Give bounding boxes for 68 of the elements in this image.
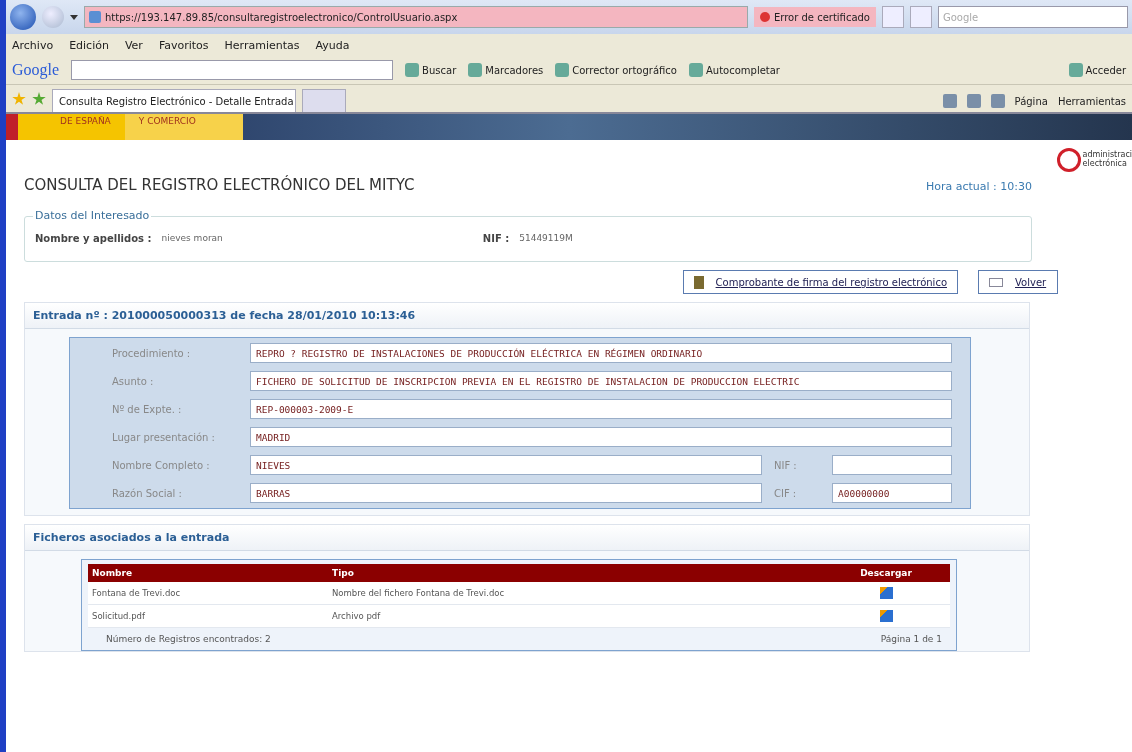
record-count: Número de Registros encontrados: 2	[106, 634, 271, 644]
toolbar-search-field[interactable]	[71, 60, 394, 80]
field-label: NIF :	[482, 232, 510, 244]
table-cell-text: Archivo pdf	[332, 611, 382, 621]
field-label: NIF :	[773, 459, 798, 471]
toolbar-button[interactable]: Buscar	[405, 63, 457, 77]
logo-text: administraci electrónica	[1082, 151, 1132, 169]
toolbar-logo: Google	[12, 61, 60, 79]
add-favorite-icon[interactable]	[32, 92, 46, 106]
column-header: Tipo	[332, 568, 355, 578]
certificate-error-button[interactable]: Error de certificado	[753, 7, 876, 27]
document-icon	[693, 275, 704, 289]
banner-text: DE ESPAÑA	[46, 114, 125, 140]
download-icon[interactable]	[879, 587, 893, 599]
section-title: Entrada nº : 201000050000313 de fecha 28/01/2010 10:13:46	[25, 303, 1029, 329]
back-button[interactable]	[10, 4, 36, 30]
field-label: Nº de Expte. :	[112, 403, 183, 415]
error-icon	[759, 12, 770, 22]
menu-item[interactable]: Ayuda	[315, 38, 350, 52]
text-field[interactable]: MADRID	[250, 427, 952, 447]
current-time: Hora actual : 10:30	[925, 180, 1032, 193]
field-label: Razón Social :	[112, 487, 183, 499]
column-header: Descargar	[860, 568, 912, 578]
back-button[interactable]: Volver	[978, 270, 1058, 294]
field-label: Lugar presentación :	[112, 431, 216, 443]
text-field[interactable]: BARRAS	[250, 483, 762, 503]
address-bar[interactable]: https://193.147.89.85/consultaregistroelectronico/ControlUsuario.aspx	[84, 6, 748, 28]
page-indicator: Página 1 de 1	[880, 634, 942, 644]
text-field[interactable]: REPRO ? REGISTRO DE INSTALACIONES DE PRODUCCIÓN ELÉCTRICA EN RÉGIMEN ORDINARIO	[250, 343, 952, 363]
menu-item[interactable]: Favoritos	[158, 38, 209, 52]
toolbar-button[interactable]: Acceder	[1068, 63, 1126, 77]
toolbar-button[interactable]: Corrector ortográfico	[555, 63, 677, 77]
field-label: Nombre Completo :	[112, 459, 211, 471]
panel-legend: Datos del Interesado	[33, 209, 152, 222]
new-tab-button[interactable]	[302, 89, 346, 112]
text-field[interactable]: A00000000	[832, 483, 952, 503]
table-cell-text: Solicitud.pdf	[92, 611, 146, 621]
menu-item[interactable]: Herramientas	[224, 38, 300, 52]
field-label: CIF :	[773, 487, 798, 499]
toolbar-button[interactable]: Autocompletar	[688, 63, 780, 77]
download-icon[interactable]	[879, 610, 893, 622]
browser-tab[interactable]: Consulta Registro Electrónico - Detalle Entrada	[52, 89, 296, 112]
field-label: Procedimiento :	[112, 347, 192, 359]
text-field[interactable]: NIEVES	[250, 455, 762, 475]
field-value: nieves moran	[161, 233, 223, 243]
forward-button[interactable]	[42, 6, 64, 28]
flag-emblem	[6, 114, 46, 140]
field-label: Nombre y apellidos :	[35, 232, 152, 244]
command-menu[interactable]: Página	[1014, 95, 1048, 107]
menu-item[interactable]: Edición	[69, 38, 109, 52]
table-cell-text: Nombre del fichero Fontana de Trevi.doc	[332, 588, 506, 598]
text-field[interactable]: REP-000003-2009-E	[250, 399, 952, 419]
receipt-button[interactable]: Comprobante de firma del registro electrónico	[682, 270, 958, 294]
page-title: CONSULTA DEL REGISTRO ELECTRÓNICO DEL MITYC	[24, 176, 415, 194]
section-title: Ficheros asociados a la entrada	[25, 525, 1029, 551]
banner-text: Y COMERCIO	[124, 114, 243, 140]
toolbar-button[interactable]: Marcadores	[468, 63, 544, 77]
menu-item[interactable]: Ver	[124, 38, 143, 52]
command-menu[interactable]: Herramientas	[1057, 95, 1126, 107]
url-text: https://193.147.89.85/consultaregistroelectronico/ControlUsuario.aspx	[105, 11, 458, 23]
text-field[interactable]	[832, 455, 952, 475]
at-sign-logo-icon	[1056, 148, 1081, 172]
field-label: Asunto :	[112, 375, 155, 387]
text-field[interactable]: FICHERO DE SOLICITUD DE INSCRIPCION PREVIA EN EL REGISTRO DE INSTALACION DE PRODUCCION ELECTRIC	[250, 371, 952, 391]
column-header: Nombre	[92, 568, 134, 578]
table-cell-text: Fontana de Trevi.doc	[92, 588, 182, 598]
field-value: 51449119M	[519, 233, 573, 243]
menu-item[interactable]: Archivo	[12, 38, 54, 52]
